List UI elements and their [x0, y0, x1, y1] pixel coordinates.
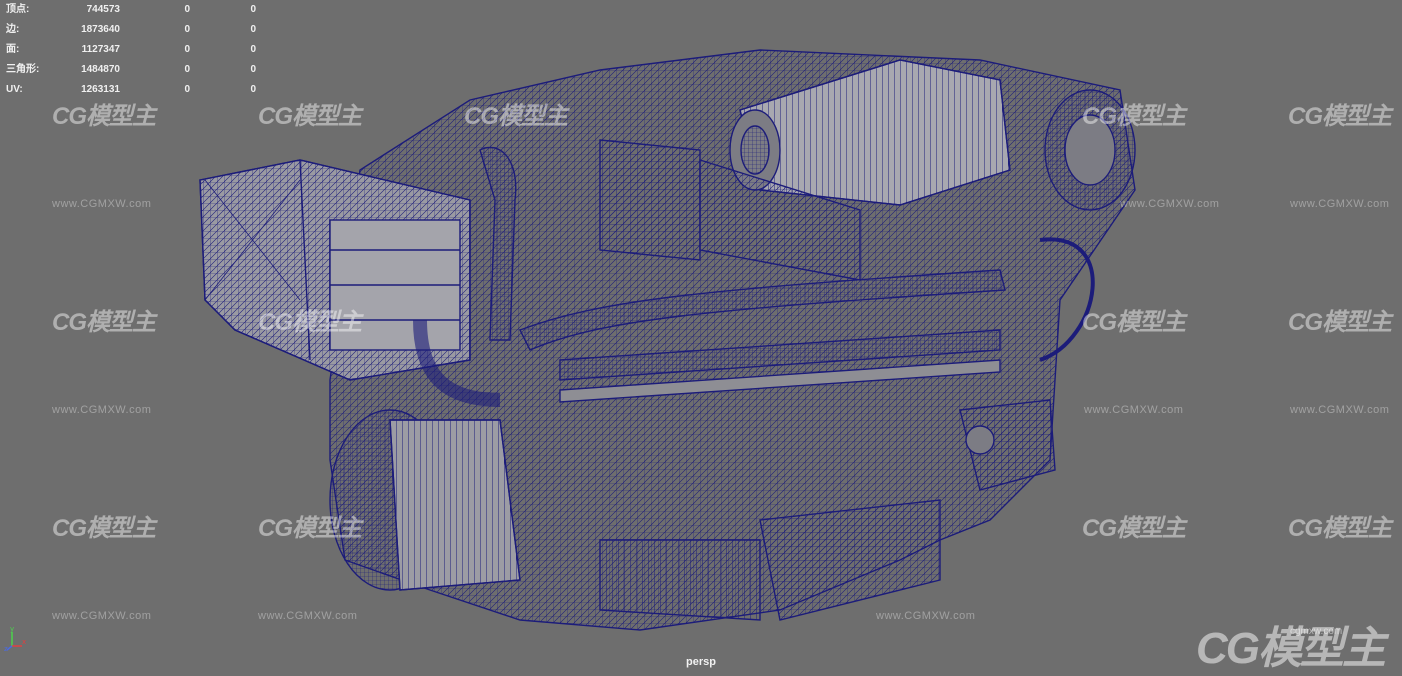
watermark-logo: CG模型主 [1082, 515, 1186, 542]
hud-row-uvs: UV: 1263131 0 0 [6, 80, 266, 100]
watermark-logo: CG模型主 [1288, 309, 1392, 336]
x-axis-label: x [22, 638, 26, 646]
hud-value: 0 [250, 64, 256, 75]
camera-name-label: persp [686, 656, 716, 668]
watermark-url: www.CGMXW.com [52, 610, 152, 622]
hud-row-vertices: 顶点: 744573 0 0 [6, 0, 266, 20]
z-axis-label: z [4, 645, 8, 652]
hud-label: 面: [6, 44, 20, 55]
watermark-logo: CG模型主 [52, 309, 156, 336]
axis-gizmo-icon: y x z [4, 625, 26, 652]
hud-value: 0 [250, 44, 256, 55]
watermark-url: www.CGMXW.com [52, 198, 152, 210]
watermark-logo: CG模型主 [52, 103, 156, 130]
watermark-logo: CG模型主 [464, 103, 568, 130]
watermark-url: www.CGMXW.com [1120, 198, 1220, 210]
hud-value: 1484870 [81, 64, 120, 75]
hud-value: 0 [184, 84, 190, 95]
watermark-logo: CG模型主 [52, 515, 156, 542]
3d-viewport[interactable]: 顶点: 744573 0 0 边: 1873640 0 0 面: 1127347… [0, 0, 1402, 674]
hud-value: 0 [250, 4, 256, 15]
hud-value: 0 [184, 24, 190, 35]
watermark-url: www.CGMXW.com [876, 610, 976, 622]
hud-value: 0 [250, 84, 256, 95]
watermark-logo: CG模型主 [258, 515, 362, 542]
hud-value: 1263131 [81, 84, 120, 95]
watermark-url: www.CGMXW.com [1290, 404, 1390, 416]
hud-value: 0 [184, 4, 190, 15]
hud-value: 0 [184, 64, 190, 75]
hud-value: 0 [184, 44, 190, 55]
hud-row-edges: 边: 1873640 0 0 [6, 20, 266, 40]
hud-label: 边: [6, 24, 20, 35]
engine-wireframe-model[interactable] [0, 0, 1402, 674]
hud-value: 1873640 [81, 24, 120, 35]
hud-value: 744573 [86, 4, 120, 15]
watermark-logo: CG模型主 [1288, 103, 1392, 130]
watermark-url: www.CGMXW.com [52, 404, 152, 416]
y-axis-label: y [10, 625, 14, 633]
watermark-url: www.CGMXW.com [1290, 198, 1390, 210]
hud-value: 0 [250, 24, 256, 35]
hud-label: UV: [6, 84, 23, 95]
watermark-logo: CG模型主 [1082, 309, 1186, 336]
watermark-corner-url: cgmxw.com [1290, 626, 1343, 637]
watermark-logo: CG模型主 [1288, 515, 1392, 542]
hud-row-faces: 面: 1127347 0 0 [6, 40, 266, 60]
poly-count-hud: 顶点: 744573 0 0 边: 1873640 0 0 面: 1127347… [6, 0, 266, 100]
watermark-logo: CG模型主 [258, 309, 362, 336]
z-axis-line [6, 645, 13, 651]
watermark-url: www.CGMXW.com [258, 610, 358, 622]
hud-label: 顶点: [6, 4, 30, 15]
hud-row-triangles: 三角形: 1484870 0 0 [6, 60, 266, 80]
hud-value: 1127347 [81, 44, 120, 55]
watermark-url: www.CGMXW.com [1084, 404, 1184, 416]
hud-label: 三角形: [6, 64, 40, 75]
watermark-logo: CG模型主 [258, 103, 362, 130]
watermark-logo: CG模型主 [1082, 103, 1186, 130]
